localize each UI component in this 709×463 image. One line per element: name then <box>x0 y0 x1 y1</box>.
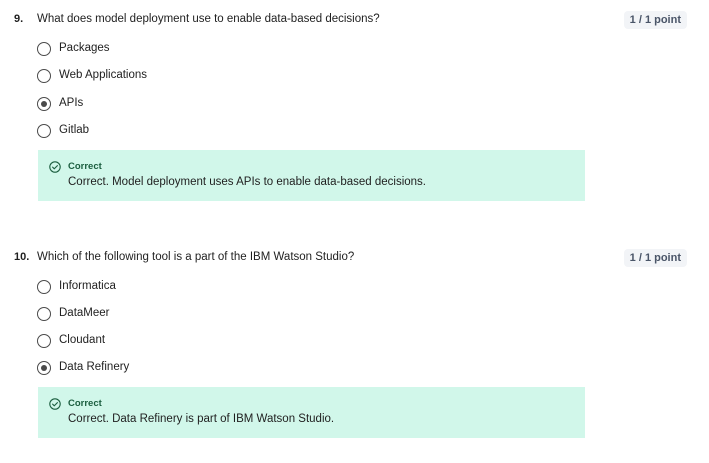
check-circle-icon <box>49 161 61 173</box>
option-cloudant[interactable]: Cloudant <box>37 333 337 351</box>
feedback-correct: Correct Correct. Model deployment uses A… <box>38 150 585 201</box>
option-label: Cloudant <box>59 334 106 346</box>
option-packages[interactable]: Packages <box>37 41 337 59</box>
radio-button[interactable] <box>37 69 51 83</box>
question-text: What does model deployment use to enable… <box>37 13 380 25</box>
question-number: 10. <box>14 251 30 263</box>
radio-button[interactable] <box>37 307 51 321</box>
feedback-status: Correct <box>68 161 102 172</box>
question-number: 9. <box>14 13 24 25</box>
radio-button[interactable] <box>37 42 51 56</box>
option-gitlab[interactable]: Gitlab <box>37 123 337 141</box>
feedback-correct: Correct Correct. Data Refinery is part o… <box>38 387 585 438</box>
question-header: 10. Which of the following tool is a par… <box>0 249 709 269</box>
option-informatica[interactable]: Informatica <box>37 279 337 297</box>
radio-button[interactable] <box>37 124 51 138</box>
option-label: APIs <box>59 97 84 109</box>
option-datameer[interactable]: DataMeer <box>37 306 337 324</box>
check-circle-icon <box>49 398 61 410</box>
option-apis[interactable]: APIs <box>37 96 337 114</box>
option-web-applications[interactable]: Web Applications <box>37 68 337 86</box>
question-header: 9. What does model deployment use to ena… <box>0 11 709 31</box>
option-label: Gitlab <box>59 124 90 136</box>
option-label: Data Refinery <box>59 361 130 373</box>
option-label: Informatica <box>59 280 116 292</box>
option-label: DataMeer <box>59 307 110 319</box>
feedback-text: Correct. Data Refinery is part of IBM Wa… <box>68 413 335 425</box>
option-data-refinery[interactable]: Data Refinery <box>37 360 337 378</box>
radio-button-selected[interactable] <box>37 97 51 111</box>
option-label: Packages <box>59 42 110 54</box>
feedback-status: Correct <box>68 398 102 409</box>
question-text: Which of the following tool is a part of… <box>37 251 355 263</box>
radio-button[interactable] <box>37 334 51 348</box>
points-badge: 1 / 1 point <box>623 249 687 267</box>
radio-button-selected[interactable] <box>37 361 51 375</box>
feedback-text: Correct. Model deployment uses APIs to e… <box>68 176 426 188</box>
radio-button[interactable] <box>37 280 51 294</box>
option-label: Web Applications <box>59 69 148 81</box>
points-badge: 1 / 1 point <box>623 11 687 29</box>
